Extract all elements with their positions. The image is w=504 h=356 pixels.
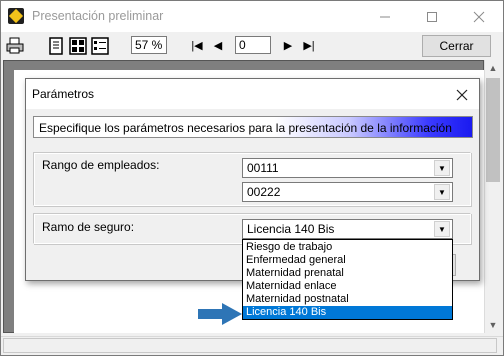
one-page-view-button[interactable]: [47, 37, 65, 55]
next-page-button[interactable]: ▶: [282, 38, 294, 54]
employee-from-combo[interactable]: 00111: [242, 158, 453, 178]
chevron-down-icon[interactable]: ▼: [434, 221, 450, 237]
annotation-arrow-icon: [198, 303, 242, 325]
scroll-up-icon[interactable]: ▲: [484, 63, 502, 73]
close-icon: [456, 89, 468, 101]
multi-page-icon: [69, 37, 87, 55]
app-icon: [8, 8, 24, 24]
scroll-down-icon[interactable]: ▼: [484, 320, 502, 330]
prev-page-button[interactable]: ◀: [212, 38, 224, 54]
employee-to-combo[interactable]: 00222: [242, 182, 453, 202]
dropdown-option[interactable]: Riesgo de trabajo: [243, 241, 452, 254]
insurance-label: Ramo de seguro:: [42, 220, 135, 234]
dropdown-option[interactable]: Enfermedad general: [243, 254, 452, 267]
list-view-icon: [91, 37, 109, 55]
maximize-button[interactable]: [409, 1, 455, 32]
scroll-thumb[interactable]: [486, 78, 500, 182]
minimize-button[interactable]: [362, 1, 408, 32]
employee-to-value: 00222: [247, 185, 281, 199]
close-icon: [473, 11, 485, 23]
dropdown-option[interactable]: Maternidad postnatal: [243, 293, 452, 306]
maximize-icon: [427, 12, 437, 23]
close-window-button[interactable]: [456, 1, 502, 32]
page-number-field[interactable]: 0: [235, 36, 271, 54]
dropdown-option[interactable]: Maternidad prenatal: [243, 267, 452, 280]
employee-range-label: Rango de empleados:: [42, 158, 160, 172]
first-page-button[interactable]: |◀: [190, 38, 204, 54]
two-page-view-button[interactable]: [69, 37, 87, 55]
dialog-close-button[interactable]: [448, 82, 476, 106]
zoom-field[interactable]: 57 %: [131, 36, 167, 54]
window-title: Presentación preliminar: [32, 9, 164, 23]
insurance-combo[interactable]: Licencia 140 Bis: [242, 219, 453, 239]
last-page-button[interactable]: ▶|: [302, 38, 316, 54]
employee-from-value: 00111: [247, 161, 279, 175]
insurance-value: Licencia 140 Bis: [247, 222, 335, 236]
status-pane: [3, 338, 497, 353]
single-page-icon: [49, 37, 63, 55]
print-button[interactable]: [6, 37, 24, 55]
chevron-down-icon[interactable]: ▼: [434, 184, 450, 200]
chevron-down-icon[interactable]: ▼: [434, 160, 450, 176]
dropdown-option-selected[interactable]: Licencia 140 Bis: [243, 306, 452, 319]
dropdown-option[interactable]: Maternidad enlace: [243, 280, 452, 293]
page-width-view-button[interactable]: [91, 37, 109, 55]
dialog-title: Parámetros: [32, 87, 95, 101]
minimize-icon: [380, 16, 390, 18]
printer-icon: [6, 37, 24, 54]
instructions-text: Especifique los parámetros necesarios pa…: [39, 121, 452, 135]
close-preview-button[interactable]: Cerrar: [422, 35, 491, 57]
